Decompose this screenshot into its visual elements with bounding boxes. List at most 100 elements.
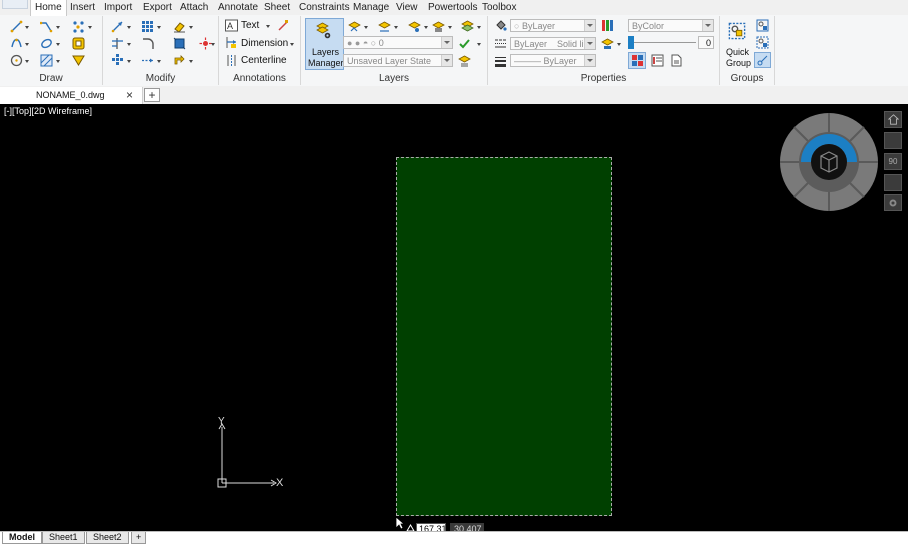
layer-off-icon[interactable] xyxy=(408,20,421,33)
lineweight-combo[interactable]: ——— ByLayer xyxy=(510,54,596,67)
ellipse-dropdown[interactable] xyxy=(56,42,61,47)
line-dropdown[interactable] xyxy=(25,25,30,30)
match-properties-dropdown[interactable] xyxy=(189,59,194,64)
tab-home[interactable]: Home xyxy=(30,0,67,16)
text-edit-icon[interactable] xyxy=(277,19,290,32)
sheet-tab-sheet2[interactable]: Sheet2 xyxy=(86,532,129,544)
text-icon[interactable]: A xyxy=(225,19,238,32)
match-properties-icon[interactable] xyxy=(173,54,186,67)
quick-properties-icon[interactable] xyxy=(670,54,683,67)
new-document-button[interactable]: + xyxy=(144,88,160,102)
transparency-slider-track[interactable] xyxy=(634,42,696,43)
stretch-icon[interactable] xyxy=(141,54,154,67)
point-dropdown[interactable] xyxy=(88,25,93,30)
fillet-icon[interactable] xyxy=(141,37,154,50)
layer-walk-dropdown[interactable] xyxy=(477,25,482,30)
ungroup-icon[interactable] xyxy=(756,36,769,49)
zoom-button[interactable]: 90 xyxy=(884,153,902,170)
centerline-label[interactable]: Centerline xyxy=(241,55,287,66)
spline-icon[interactable] xyxy=(10,37,23,50)
layer-lock-icon[interactable] xyxy=(432,20,445,33)
dimension-icon[interactable] xyxy=(225,36,238,49)
move-dropdown[interactable] xyxy=(127,25,132,30)
sheet-tab-model[interactable]: Model xyxy=(2,532,42,544)
layer-color-icon[interactable] xyxy=(601,37,614,50)
drawing-viewport[interactable]: [-][Top][2D Wireframe] Y X 90 167.31 30.… xyxy=(0,104,908,535)
add-sheet-button[interactable]: + xyxy=(131,532,147,544)
ellipse-icon[interactable] xyxy=(40,37,53,50)
layer-off-dropdown[interactable] xyxy=(424,25,429,30)
tab-manage[interactable]: Manage xyxy=(353,0,389,15)
layer-lock-dropdown[interactable] xyxy=(448,25,453,30)
layer-state-combo[interactable]: Unsaved Layer State xyxy=(343,54,453,67)
linetype-icon[interactable] xyxy=(494,37,507,50)
circle-icon[interactable] xyxy=(10,54,23,67)
paint-bucket-icon[interactable] xyxy=(494,19,507,32)
erase-icon[interactable] xyxy=(173,20,186,33)
spline-dropdown[interactable] xyxy=(25,42,30,47)
quick-group-label-2[interactable]: Group xyxy=(726,58,751,68)
array-icon[interactable] xyxy=(141,20,154,33)
copy-dropdown[interactable] xyxy=(127,59,132,64)
properties-palette-icon[interactable] xyxy=(651,54,664,67)
quick-group-label-1[interactable]: Quick xyxy=(726,47,749,57)
sheet-tab-sheet1[interactable]: Sheet1 xyxy=(42,532,85,544)
layer-state-manager-icon[interactable] xyxy=(458,54,471,67)
array-dropdown[interactable] xyxy=(157,25,162,30)
make-current-check-icon[interactable] xyxy=(458,37,471,50)
current-layer-combo[interactable]: ● ● ◓ ○ 0 xyxy=(343,36,453,49)
offset-shape-icon[interactable] xyxy=(72,37,85,50)
nav-settings-button[interactable] xyxy=(884,194,902,211)
viewport-controls-label[interactable]: [-][Top][2D Wireframe] xyxy=(4,106,92,116)
navigation-wheel[interactable] xyxy=(779,112,879,212)
tab-toolbox[interactable]: Toolbox xyxy=(482,0,516,15)
group-icon[interactable] xyxy=(756,19,769,32)
centerline-icon[interactable] xyxy=(225,54,238,67)
lineweight-icon[interactable] xyxy=(494,55,507,68)
layer-previous-icon[interactable] xyxy=(348,20,361,33)
hatch-dropdown[interactable] xyxy=(56,59,61,64)
document-close-icon[interactable]: × xyxy=(126,88,133,102)
transparency-input[interactable]: 0 xyxy=(698,36,714,49)
dimension-label[interactable]: Dimension xyxy=(241,38,288,49)
layer-previous-dropdown[interactable] xyxy=(364,25,369,30)
layers-manager-button[interactable]: Layers Manager xyxy=(305,18,344,70)
line-icon[interactable] xyxy=(10,20,23,33)
quick-group-icon[interactable] xyxy=(728,22,746,40)
linetype-combo[interactable]: ByLayer Solid line xyxy=(510,37,596,50)
layer-color-dropdown[interactable] xyxy=(617,42,622,47)
tab-export[interactable]: Export xyxy=(143,0,172,15)
dimension-dropdown[interactable] xyxy=(290,42,295,47)
text-label[interactable]: Text xyxy=(241,20,259,31)
explode-icon[interactable] xyxy=(173,37,186,50)
list-properties-button[interactable] xyxy=(628,52,646,69)
tab-attach[interactable]: Attach xyxy=(180,0,208,15)
tab-annotate[interactable]: Annotate xyxy=(218,0,258,15)
tab-import[interactable]: Import xyxy=(104,0,132,15)
copy-icon[interactable] xyxy=(111,54,124,67)
break-dropdown[interactable] xyxy=(211,42,216,47)
trim-icon[interactable] xyxy=(111,37,124,50)
polyline-icon[interactable] xyxy=(40,20,53,33)
selected-rectangle[interactable] xyxy=(396,157,612,516)
hatch-icon[interactable] xyxy=(40,54,53,67)
stretch-dropdown[interactable] xyxy=(157,59,162,64)
color-combo[interactable]: ○ ByLayer xyxy=(510,19,596,32)
make-current-dropdown[interactable] xyxy=(477,42,482,47)
trim-dropdown[interactable] xyxy=(127,42,132,47)
tab-constraints[interactable]: Constraints xyxy=(299,0,350,15)
tab-sheet[interactable]: Sheet xyxy=(264,0,290,15)
move-icon[interactable] xyxy=(111,20,124,33)
group-select-toggle[interactable] xyxy=(754,52,771,68)
point-icon[interactable] xyxy=(72,20,85,33)
app-menu-button[interactable] xyxy=(2,0,28,9)
color-swatch-icon[interactable] xyxy=(601,19,614,32)
erase-dropdown[interactable] xyxy=(189,25,194,30)
pan-button[interactable] xyxy=(884,132,902,149)
layer-isolate-dropdown[interactable] xyxy=(394,25,399,30)
layer-walk-icon[interactable] xyxy=(461,20,474,33)
wipeout-icon[interactable] xyxy=(72,54,85,67)
tab-insert[interactable]: Insert xyxy=(70,0,95,15)
polyline-dropdown[interactable] xyxy=(56,25,61,30)
plot-style-combo[interactable]: ByColor xyxy=(628,19,714,32)
